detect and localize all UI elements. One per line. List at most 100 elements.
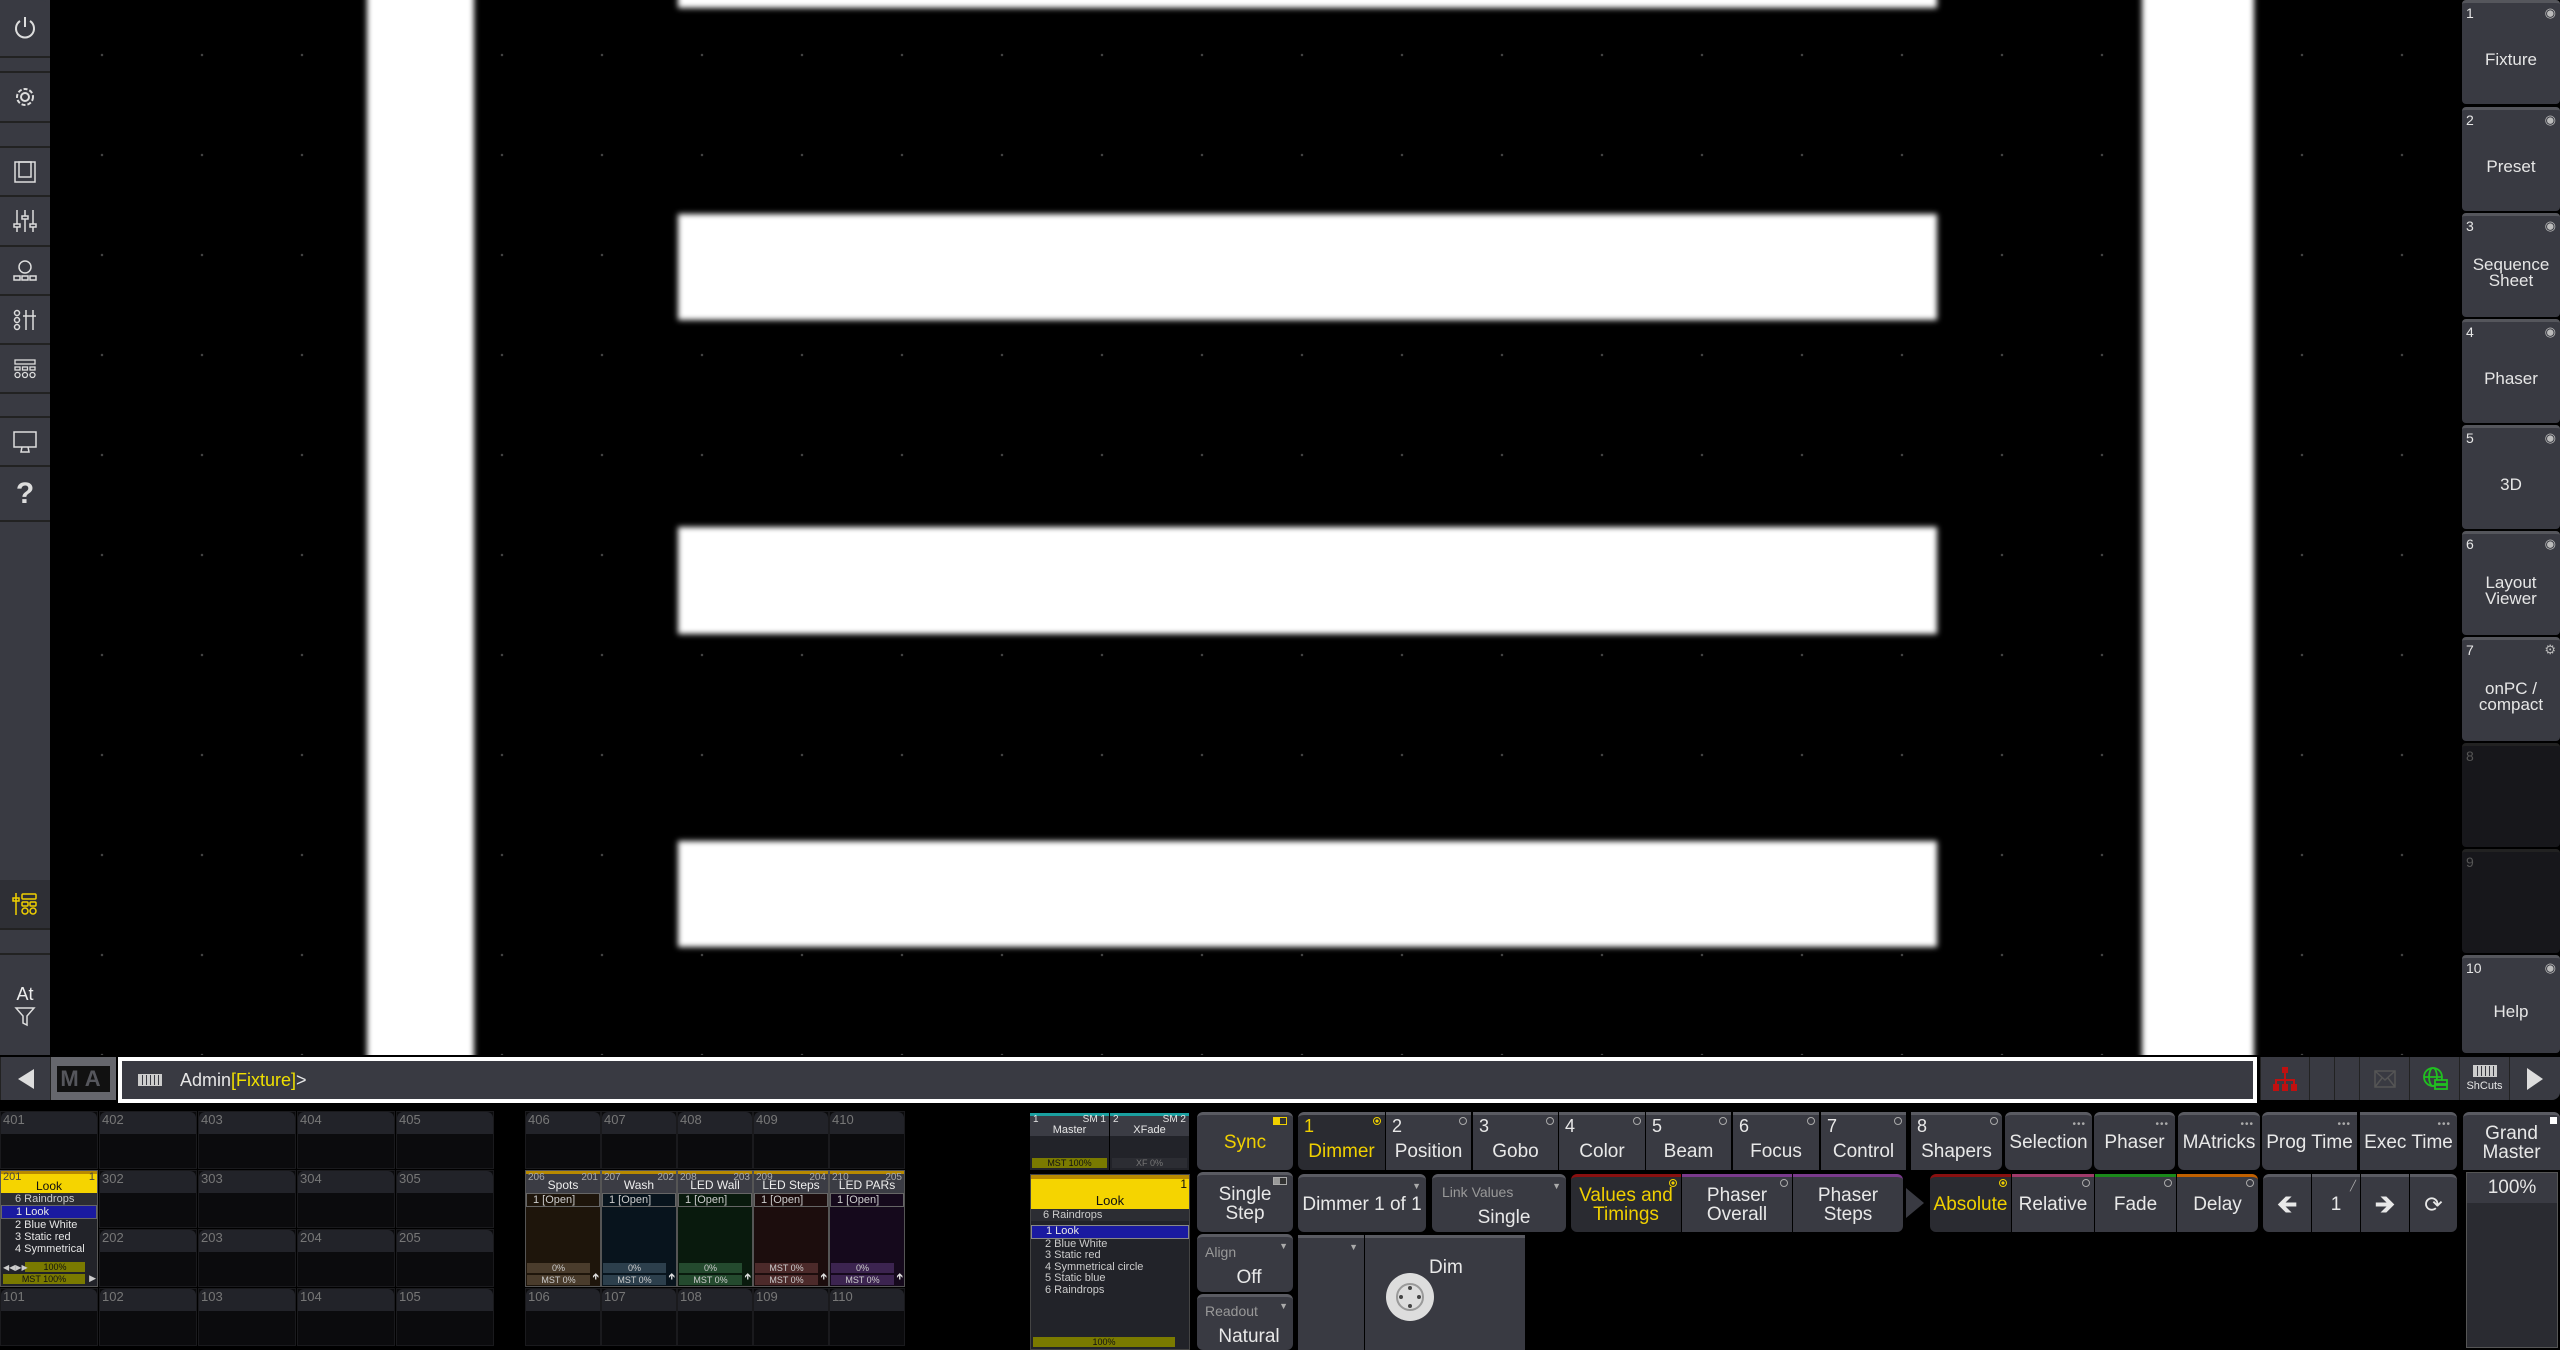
step-cycle-button[interactable]: ⟳ bbox=[2410, 1174, 2457, 1232]
single-step-button[interactable]: Single Step bbox=[1197, 1172, 1293, 1232]
command-line-input[interactable]: Admin [Fixture] > bbox=[118, 1057, 2257, 1103]
mode-absolute[interactable]: Absolute bbox=[1930, 1174, 2011, 1232]
arrow-up-icon[interactable]: 🡹 bbox=[669, 1269, 675, 1285]
selected-sequence[interactable]: 1 Look 6 Raindrops 1 Look 2 Blue White 3 S… bbox=[1030, 1174, 1190, 1350]
executor-slot[interactable]: 401 bbox=[0, 1111, 98, 1169]
arrow-up-icon[interactable]: 🡹 bbox=[593, 1269, 599, 1285]
executor-rate[interactable]: 100% bbox=[25, 1262, 85, 1272]
sequence-cue[interactable]: 5 Static blue bbox=[1031, 1272, 1189, 1285]
step-field[interactable]: 1 ╱ bbox=[2312, 1174, 2360, 1232]
executor-slot[interactable]: 105 bbox=[396, 1288, 494, 1346]
executor-slot[interactable]: 304 bbox=[297, 1170, 395, 1228]
tab-color[interactable]: 4 Color bbox=[1559, 1112, 1645, 1170]
arrow-up-icon[interactable]: 🡹 bbox=[897, 1269, 903, 1285]
tab-dimmer[interactable]: 1 Dimmer bbox=[1298, 1112, 1385, 1170]
fixtures-icon[interactable] bbox=[0, 247, 50, 296]
mode-relative[interactable]: Relative bbox=[2012, 1174, 2094, 1232]
master-xfade[interactable]: 2 SM 2 XFade XF 0% bbox=[1110, 1113, 1189, 1170]
playback-value[interactable]: 0% bbox=[527, 1263, 590, 1273]
keyboard-icon[interactable] bbox=[138, 1074, 162, 1086]
executor-slot[interactable]: 402 bbox=[99, 1111, 197, 1169]
status-slot[interactable] bbox=[2309, 1057, 2334, 1100]
grand-master-header[interactable]: Grand Master bbox=[2463, 1112, 2560, 1170]
playback-value[interactable]: MST 0% bbox=[755, 1263, 818, 1273]
tool-phaser-button[interactable]: Phaser ••• bbox=[2094, 1112, 2175, 1170]
dimmer-count-dropdown[interactable]: Dimmer 1 of 1 ▼ bbox=[1298, 1174, 1426, 1232]
view-button-8[interactable]: 8 bbox=[2462, 743, 2560, 847]
playback-led-pars[interactable]: 210 205 LED PARs 1 [Open] 0% MST 0% 🡹 bbox=[829, 1170, 905, 1287]
network-button[interactable] bbox=[2260, 1057, 2309, 1100]
tab-gobo[interactable]: 3 Gobo bbox=[1473, 1112, 1558, 1170]
tool-prog-time-button[interactable]: Prog Time ••• bbox=[2262, 1112, 2357, 1170]
arrow-up-icon[interactable]: 🡹 bbox=[821, 1269, 827, 1285]
view-button-2[interactable]: 2 ◉ Preset bbox=[2462, 107, 2560, 211]
sequence-cue-list[interactable]: 1 Look 2 Blue White 3 Static red 4 Symmetri… bbox=[1031, 1225, 1189, 1296]
shortcuts-button[interactable]: ShCuts bbox=[2459, 1057, 2509, 1100]
executor-slot[interactable]: 403 bbox=[198, 1111, 296, 1169]
executor-slot[interactable]: 408 bbox=[677, 1111, 753, 1169]
executor-slot[interactable]: 410 bbox=[829, 1111, 905, 1169]
view-button-9[interactable]: 9 bbox=[2462, 849, 2560, 953]
executor-slot[interactable]: 103 bbox=[198, 1288, 296, 1346]
playback-master[interactable]: MST 0% bbox=[603, 1275, 666, 1285]
tool-matricks-button[interactable]: MAtricks ••• bbox=[2178, 1112, 2260, 1170]
layer-values-and-timings[interactable]: Values and Timings bbox=[1571, 1174, 1681, 1232]
executor-slot[interactable]: 405 bbox=[396, 1111, 494, 1169]
sync-button[interactable]: Sync bbox=[1197, 1112, 1293, 1170]
sequence-rate[interactable]: 100% bbox=[1033, 1337, 1175, 1347]
mode-fade[interactable]: Fade bbox=[2095, 1174, 2176, 1232]
grand-master-fader[interactable]: 100% bbox=[2466, 1172, 2558, 1348]
executor-slot[interactable]: 107 bbox=[601, 1288, 677, 1346]
executor-slot[interactable]: 102 bbox=[99, 1288, 197, 1346]
playback-value[interactable]: 0% bbox=[603, 1263, 666, 1273]
playback-icon[interactable] bbox=[0, 880, 50, 930]
view-button-6[interactable]: 6 ◉ Layout Viewer bbox=[2462, 531, 2560, 635]
executor-slot[interactable]: 202 bbox=[99, 1229, 197, 1287]
playback-master[interactable]: MST 0% bbox=[755, 1275, 818, 1285]
executor-slot[interactable]: 406 bbox=[525, 1111, 601, 1169]
tab-shapers[interactable]: 8 Shapers bbox=[1911, 1112, 2002, 1170]
mode-delay[interactable]: Delay bbox=[2177, 1174, 2258, 1232]
messages-button[interactable] bbox=[2359, 1057, 2409, 1100]
playback-wash[interactable]: 207 202 Wash 1 [Open] 0% MST 0% 🡹 bbox=[601, 1170, 677, 1287]
tab-position[interactable]: 2 Position bbox=[1386, 1112, 1471, 1170]
executor-slot[interactable]: 204 bbox=[297, 1229, 395, 1287]
monitor-icon[interactable] bbox=[0, 418, 50, 467]
executor-slot[interactable]: 409 bbox=[753, 1111, 829, 1169]
view-button-7[interactable]: 7 ⚙ onPC / compact bbox=[2462, 637, 2560, 741]
sequence-cue[interactable]: 6 Raindrops bbox=[1031, 1284, 1189, 1297]
executor-look[interactable]: 201 1 Look 6 Raindrops 1 Look 2 Blue White 3 S… bbox=[0, 1170, 98, 1287]
tool-selection-button[interactable]: Selection ••• bbox=[2005, 1112, 2092, 1170]
executor-slot[interactable]: 106 bbox=[525, 1288, 601, 1346]
playback-master[interactable]: MST 0% bbox=[831, 1275, 894, 1285]
step-prev-button[interactable]: 🡸 bbox=[2263, 1174, 2311, 1232]
align-dropdown[interactable]: Align Off ▼ bbox=[1197, 1234, 1293, 1292]
executor-master[interactable]: MST 100% bbox=[3, 1274, 85, 1284]
layer-phaser-steps[interactable]: Phaser Steps bbox=[1793, 1174, 1903, 1232]
playback-value[interactable]: 0% bbox=[831, 1263, 894, 1273]
executor-slot[interactable]: 104 bbox=[297, 1288, 395, 1346]
view-button-5[interactable]: 5 ◉ 3D bbox=[2462, 425, 2560, 529]
view-button-3[interactable]: 3 ◉ Sequence Sheet bbox=[2462, 213, 2560, 317]
faders-icon[interactable] bbox=[0, 197, 50, 247]
view-icon[interactable] bbox=[0, 148, 50, 197]
executor-slot[interactable]: 108 bbox=[677, 1288, 753, 1346]
executor-cue[interactable]: 2 Blue White bbox=[1, 1219, 97, 1231]
rewind-forward-icon[interactable]: ◀◀▶▶ bbox=[3, 1263, 28, 1272]
tool-exec-time-button[interactable]: Exec Time ••• bbox=[2360, 1112, 2457, 1170]
power-icon[interactable] bbox=[0, 0, 50, 58]
sequence-cue[interactable]: 1 Look bbox=[1031, 1225, 1189, 1239]
fader-control-icon[interactable] bbox=[0, 296, 50, 345]
master-value[interactable]: MST 100% bbox=[1032, 1158, 1107, 1168]
executor-slot[interactable]: 407 bbox=[601, 1111, 677, 1169]
view-button-10[interactable]: 10 ◉ Help bbox=[2462, 955, 2560, 1053]
master-master[interactable]: 1 SM 1 Master MST 100% bbox=[1030, 1113, 1109, 1170]
gear-icon[interactable] bbox=[0, 73, 50, 123]
view-button-4[interactable]: 4 ◉ Phaser bbox=[2462, 319, 2560, 423]
executor-cue[interactable]: 4 Symmetrical bbox=[1, 1243, 97, 1255]
step-next-button[interactable]: 🡺 bbox=[2361, 1174, 2409, 1232]
help-icon[interactable]: ? bbox=[0, 467, 50, 522]
playback-spots[interactable]: 206 201 Spots 1 [Open] 0% MST 0% 🡹 bbox=[525, 1170, 601, 1287]
playback-value[interactable]: 0% bbox=[679, 1263, 742, 1273]
encoder-page-dropdown[interactable]: ▼ bbox=[1298, 1235, 1364, 1350]
